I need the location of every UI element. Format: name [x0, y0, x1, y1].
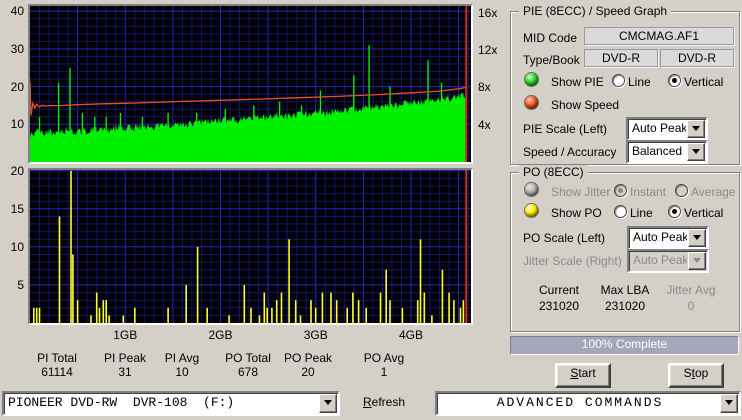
stop-button[interactable]: Stop — [668, 363, 724, 388]
axis-tick-label: 5 — [17, 277, 24, 292]
refresh-link[interactable]: Refresh — [363, 395, 405, 409]
pie-speed-panel: PIE (8ECC) / Speed Graph MID Code CMCMAG… — [510, 4, 740, 165]
po-scale-dropdown[interactable]: Auto Peak — [627, 226, 709, 250]
po-vertical-label: Vertical — [684, 206, 724, 220]
jitter-scale-dropdown: Auto Peak — [627, 249, 709, 273]
current-value: 231020 — [538, 299, 580, 313]
drive-selector-dropdown[interactable]: PIONEER DVD-RW DVR-108 (F:) — [2, 391, 340, 416]
po-panel-title: PO (8ECC) — [519, 165, 588, 179]
pie-scale-value: Auto Peak — [632, 121, 686, 135]
show-po-label: Show PO — [551, 206, 602, 220]
speed-accuracy-dropdown[interactable]: Balanced — [626, 140, 708, 164]
show-po-led-button[interactable] — [525, 204, 538, 217]
show-speed-label: Show Speed — [551, 98, 620, 112]
axis-tick-label: 16x — [478, 5, 498, 20]
jitter-scale-value: Auto Peak — [633, 253, 687, 267]
show-pie-label: Show PIE — [551, 75, 604, 89]
show-jitter-label: Show Jitter — [551, 185, 611, 199]
jitter-average-label: Average — [691, 185, 736, 199]
po-avg-label: PO Avg — [363, 351, 405, 365]
axis-tick-label: 10 — [10, 239, 24, 254]
chevron-down-icon — [693, 258, 701, 267]
advanced-commands-dropdown[interactable]: ADVANCED COMMANDS — [435, 391, 741, 416]
dropdown-arrow-button — [688, 252, 706, 270]
jitter-avg-value: 0 — [687, 299, 695, 313]
po-line-radio[interactable] — [614, 205, 627, 218]
po-peak-value: 20 — [301, 365, 315, 379]
type-value: DVD-R — [584, 49, 658, 67]
book-value: DVD-R — [660, 49, 734, 67]
axis-tick-label: 12x — [478, 43, 498, 58]
type-book-label: Type/Book — [523, 53, 580, 67]
po-vertical-radio[interactable] — [668, 205, 681, 218]
axis-tick-label: 20 — [10, 163, 24, 178]
pie-speed-graph — [28, 4, 473, 164]
chevron-down-icon — [324, 400, 332, 409]
po-line-label: Line — [630, 206, 653, 220]
mid-code-label: MID Code — [523, 31, 578, 45]
axis-tick-label: 4x — [478, 117, 491, 132]
po-peak-label: PO Peak — [283, 351, 333, 365]
show-jitter-led-button — [525, 183, 538, 196]
po-graph — [28, 168, 473, 325]
jitter-instant-radio — [614, 184, 627, 197]
jitter-instant-label: Instant — [630, 185, 667, 199]
speed-accuracy-label: Speed / Accuracy — [523, 145, 617, 159]
axis-tick-label: 15 — [10, 201, 24, 216]
po-scale-value: Auto Peak — [633, 230, 687, 244]
dropdown-arrow-button[interactable] — [688, 229, 706, 247]
axis-tick-label: 2GB — [208, 328, 233, 342]
start-button[interactable]: Start — [555, 363, 611, 388]
advanced-commands-value: ADVANCED COMMANDS — [496, 395, 664, 410]
chevron-down-icon — [693, 235, 701, 244]
dropdown-arrow-button[interactable] — [720, 394, 738, 413]
pie-speed-plot — [30, 6, 471, 162]
axis-tick-label: 1GB — [113, 328, 138, 342]
axis-tick-label: 40 — [10, 4, 24, 19]
pie-line-radio[interactable] — [612, 74, 625, 87]
jitter-avg-label: Jitter Avg — [666, 283, 716, 297]
chevron-down-icon — [725, 400, 733, 409]
max-lba-label: Max LBA — [600, 283, 650, 297]
po-avg-value: 1 — [380, 365, 388, 379]
show-speed-led-button[interactable] — [525, 96, 538, 109]
speed-accuracy-value: Balanced — [632, 144, 683, 158]
pie-line-label: Line — [628, 75, 651, 89]
axis-tick-label: 10 — [10, 117, 24, 132]
dropdown-arrow-button[interactable] — [687, 120, 705, 138]
dropdown-arrow-button[interactable] — [687, 143, 705, 161]
dropdown-arrow-button[interactable] — [319, 394, 337, 413]
po-plot — [30, 170, 471, 323]
axis-tick-label: 8x — [478, 80, 491, 95]
max-lba-value: 231020 — [604, 299, 646, 313]
pie-vertical-radio[interactable] — [668, 74, 681, 87]
current-label: Current — [538, 283, 579, 297]
po-scale-label: PO Scale (Left) — [523, 231, 606, 245]
pie-scale-label: PIE Scale (Left) — [523, 122, 608, 136]
pie-panel-title: PIE (8ECC) / Speed Graph — [519, 4, 672, 18]
po-panel: PO (8ECC) Show Jitter Instant Average Sh… — [510, 165, 740, 332]
mid-code-value: CMCMAG.AF1 — [584, 27, 734, 45]
progress-text: 100% Complete — [581, 337, 668, 351]
drive-selector-value: PIONEER DVD-RW DVR-108 (F:) — [8, 395, 235, 410]
disc-quality-scan-window: 10 20 30 40 4x 8x 12x 16x 5 10 15 20 1GB 2GB 3GB 4GB PI… — [0, 0, 742, 420]
progress-bar: 100% Complete — [510, 336, 739, 355]
pie-vertical-label: Vertical — [684, 75, 724, 89]
axis-tick-label: 20 — [10, 79, 24, 94]
axis-tick-label: 30 — [10, 41, 24, 56]
show-pie-led-button[interactable] — [525, 73, 538, 86]
chevron-down-icon — [692, 126, 700, 135]
chevron-down-icon — [692, 149, 700, 158]
axis-tick-label: 4GB — [398, 328, 423, 342]
axis-tick-label: 3GB — [303, 328, 328, 342]
jitter-scale-label: Jitter Scale (Right) — [523, 254, 622, 268]
pie-scale-dropdown[interactable]: Auto Peak — [626, 117, 708, 141]
jitter-average-radio — [675, 184, 688, 197]
